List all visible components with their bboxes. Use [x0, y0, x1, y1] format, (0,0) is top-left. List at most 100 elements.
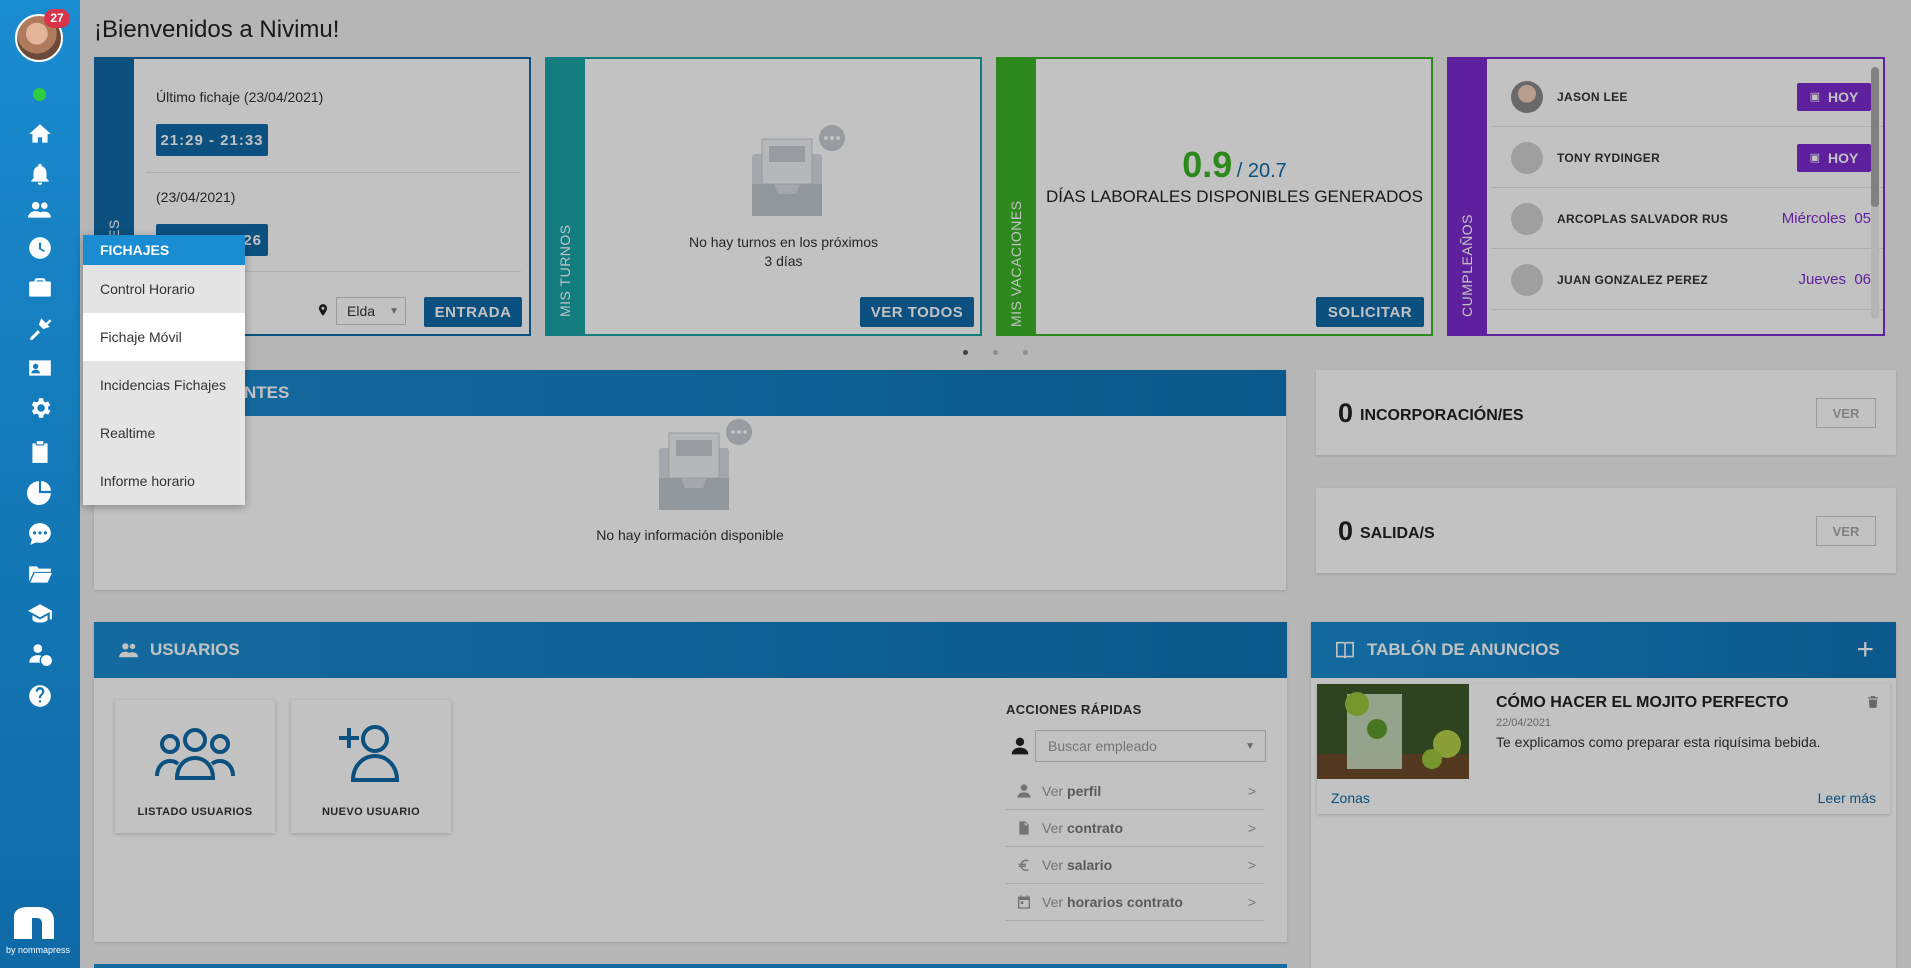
- home-icon[interactable]: [26, 120, 54, 148]
- salidas-label: SALIDA/S: [1360, 525, 1435, 542]
- last-fichaje-label: Último fichaje (23/04/2021): [156, 89, 324, 105]
- ver-perfil-row[interactable]: Ver perfil >: [1006, 773, 1264, 810]
- anuncio-card[interactable]: CÓMO HACER EL MOJITO PERFECTO 22/04/2021…: [1317, 684, 1890, 814]
- folder-icon[interactable]: [26, 560, 54, 588]
- user-dollar-icon[interactable]: [26, 640, 54, 668]
- carousel-dot[interactable]: [993, 350, 998, 355]
- incorporaciones-label: INCORPORACIÓN/ES: [1360, 407, 1524, 424]
- dropdown-list: Control Horario Fichaje Móvil Incidencia…: [83, 265, 245, 505]
- birthday-row: ARCOPLAS SALVADOR RUS Miércoles 05: [1491, 189, 1883, 249]
- dropdown-title: FICHAJES: [83, 235, 245, 265]
- divider: [146, 172, 521, 173]
- scrollbar-thumb[interactable]: [1871, 67, 1879, 207]
- usuarios-title: USUARIOS: [150, 640, 240, 659]
- add-icon[interactable]: +: [1856, 633, 1874, 667]
- incorporaciones-box: 0 INCORPORACIÓN/ES VER: [1316, 370, 1896, 455]
- ver-salidas-button[interactable]: VER: [1816, 516, 1876, 546]
- vacaciones-vertical-label: MIS VACACIONES: [1008, 200, 1024, 327]
- nommapress-logo: [14, 907, 54, 939]
- book-icon: [1336, 641, 1354, 659]
- vacaciones-total: / 20.7: [1236, 160, 1287, 182]
- listado-usuarios-tile[interactable]: LISTADO USUARIOS: [115, 700, 275, 833]
- cumpleanos-card: CUMPLEAÑOS JASON LEE ▣ HOY TONY RYDINGER …: [1447, 57, 1885, 336]
- birthday-date: Miércoles 05: [1781, 210, 1871, 227]
- chevron-down-icon: ▼: [1245, 740, 1255, 752]
- anuncios-title: TABLÓN DE ANUNCIOS: [1367, 640, 1560, 659]
- salidas-count: 0: [1338, 516, 1354, 546]
- ver-contrato-row[interactable]: Ver contrato >: [1006, 810, 1264, 847]
- menu-item-informe-horario[interactable]: Informe horario: [83, 457, 245, 505]
- salidas-box: 0 SALIDA/S VER: [1316, 488, 1896, 573]
- ver-horarios-row[interactable]: Ver horarios contrato >: [1006, 884, 1264, 921]
- entrada-button[interactable]: ENTRADA: [424, 297, 522, 327]
- birthday-name: JUAN GONZALEZ PEREZ: [1557, 272, 1709, 287]
- euro-icon: [1018, 859, 1029, 871]
- document-icon: [1019, 821, 1029, 835]
- online-status-dot: [33, 88, 46, 101]
- empty-inbox-icon: [752, 125, 845, 216]
- ver-salario-row[interactable]: Ver salario >: [1006, 847, 1264, 884]
- hoy-badge: ▣ HOY: [1797, 143, 1871, 172]
- incorporaciones-count: 0: [1338, 398, 1354, 428]
- page-title: ¡Bienvenidos a Nivimu!: [94, 16, 340, 43]
- solicitar-button[interactable]: SOLICITAR: [1316, 297, 1424, 327]
- ver-incorporaciones-button[interactable]: VER: [1816, 398, 1876, 428]
- users-icon[interactable]: [26, 196, 54, 224]
- acciones-rapidas-title: ACCIONES RÁPIDAS: [1006, 702, 1142, 717]
- anuncio-text: Te explicamos como preparar esta riquísi…: [1496, 734, 1821, 750]
- nuevo-usuario-tile[interactable]: NUEVO USUARIO: [291, 700, 451, 833]
- anuncio-date: 22/04/2021: [1496, 717, 1552, 729]
- vacaciones-value: 0.9: [1182, 144, 1233, 185]
- last-fichaje-time: 21:29 - 21:33: [156, 124, 268, 156]
- avatar: [1511, 141, 1543, 174]
- location-select[interactable]: Elda ▼: [336, 297, 406, 325]
- add-user-icon: [339, 725, 400, 782]
- bell-icon[interactable]: [26, 160, 54, 188]
- briefcase-icon[interactable]: [26, 274, 54, 302]
- calendar-icon: [1018, 895, 1030, 909]
- users-icon: [119, 643, 138, 658]
- pendientes-panel: NTES No hay información disponible: [94, 370, 1286, 590]
- trash-icon[interactable]: [1866, 694, 1880, 710]
- pendientes-header: NTES: [94, 370, 1286, 416]
- buscar-empleado-select[interactable]: Buscar empleado ▼: [1035, 730, 1266, 762]
- avatar: [1511, 202, 1543, 235]
- pendientes-empty: No hay información disponible: [596, 527, 784, 543]
- turnos-vertical-label: MIS TURNOS: [557, 224, 573, 317]
- graduation-icon[interactable]: [26, 600, 54, 628]
- carousel-dot[interactable]: [1023, 350, 1028, 355]
- help-icon[interactable]: [26, 682, 54, 710]
- pie-chart-icon[interactable]: [26, 478, 54, 506]
- clock-icon[interactable]: [26, 234, 54, 262]
- birthday-name: JASON LEE: [1557, 89, 1628, 104]
- chevron-right-icon: >: [1247, 894, 1256, 910]
- location-value: Elda: [347, 303, 376, 319]
- scrollbar[interactable]: [1871, 67, 1879, 319]
- chevron-right-icon: >: [1247, 820, 1256, 836]
- menu-item-control-horario[interactable]: Control Horario: [83, 265, 245, 313]
- clipboard-icon[interactable]: [26, 438, 54, 466]
- tools-icon[interactable]: [26, 314, 54, 342]
- users-group-icon: [155, 728, 235, 780]
- menu-item-incidencias-fichajes[interactable]: Incidencias Fichajes: [83, 361, 245, 409]
- menu-item-realtime[interactable]: Realtime: [83, 409, 245, 457]
- ver-todos-button[interactable]: VER TODOS: [860, 297, 974, 327]
- fichajes-dropdown: FICHAJES Control Horario Fichaje Móvil I…: [83, 235, 245, 505]
- nuevo-usuario-label: NUEVO USUARIO: [321, 806, 421, 818]
- notification-badge: 27: [44, 9, 70, 28]
- id-card-icon[interactable]: [26, 354, 54, 382]
- chat-icon[interactable]: [26, 520, 54, 548]
- carousel-dot[interactable]: [963, 350, 968, 355]
- menu-item-fichaje-movil[interactable]: Fichaje Móvil: [83, 313, 245, 361]
- anuncio-title: CÓMO HACER EL MOJITO PERFECTO: [1496, 694, 1789, 711]
- leer-mas-link[interactable]: Leer más: [1818, 790, 1876, 806]
- user-outline-icon: [1017, 784, 1031, 798]
- hoy-badge: ▣ HOY: [1797, 82, 1871, 111]
- turnos-card: MIS TURNOS No hay turnos en los próximos…: [545, 57, 982, 336]
- gear-icon[interactable]: [26, 394, 54, 422]
- chevron-right-icon: >: [1247, 783, 1256, 799]
- cake-icon: ▣: [1809, 91, 1821, 103]
- vacaciones-caption: DÍAS LABORALES DISPONIBLES GENERADOS: [1046, 187, 1423, 206]
- birthday-row: TONY RYDINGER ▣ HOY: [1491, 128, 1883, 188]
- anuncio-tag[interactable]: Zonas: [1331, 790, 1370, 806]
